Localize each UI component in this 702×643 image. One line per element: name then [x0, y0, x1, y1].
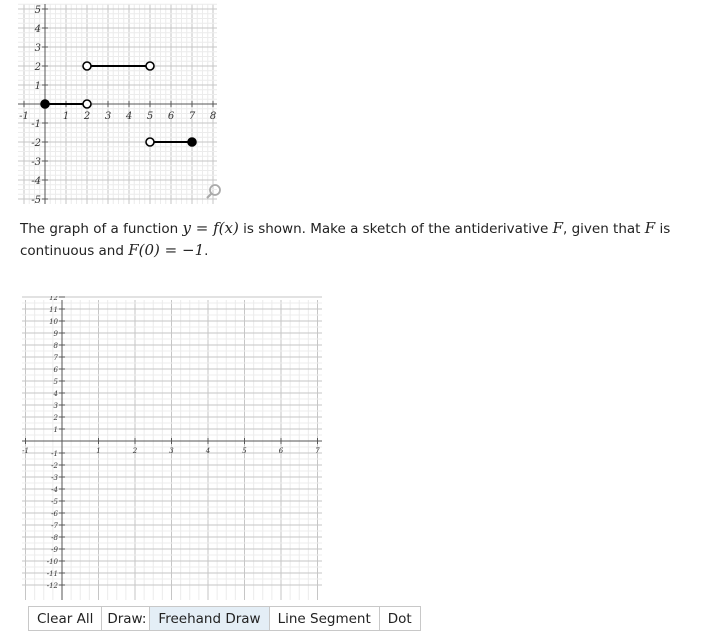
y-tick-label: 9	[54, 330, 59, 338]
prompt-text-2: is shown. Make a sketch of the antideriv…	[243, 221, 549, 237]
y-tick-label: -11	[47, 570, 58, 578]
x-tick-label: 8	[210, 111, 216, 122]
x-tick-label: 1	[96, 447, 100, 455]
problem-statement: The graph of a function y = f(x) is show…	[20, 218, 690, 262]
y-tick-label: -3	[51, 474, 58, 482]
x-tick-label: 5	[147, 111, 153, 122]
x-tick-label: 1	[63, 111, 69, 122]
line-segment-button[interactable]: Line Segment	[268, 606, 380, 631]
y-tick-label: -1	[51, 450, 58, 458]
open-endpoint	[145, 61, 155, 71]
y-tick-label: 1	[54, 426, 58, 434]
y-tick-label: -10	[47, 558, 59, 566]
freehand-draw-button[interactable]: Freehand Draw	[149, 606, 270, 631]
closed-endpoint	[40, 99, 50, 109]
prompt-math-F: F	[552, 219, 564, 237]
closed-endpoint	[187, 137, 197, 147]
y-tick-label: -5	[31, 195, 41, 206]
y-tick-label: -2	[51, 462, 58, 470]
x-tick-label: 7	[315, 447, 320, 455]
y-tick-label: 8	[54, 342, 59, 350]
prompt-math-function: y = f(x)	[182, 219, 239, 237]
open-endpoint	[82, 61, 92, 71]
y-tick-label: 12	[49, 296, 58, 302]
x-tick-label: -1	[22, 447, 29, 455]
y-tick-label: 1	[35, 81, 41, 92]
open-endpoint	[82, 99, 92, 109]
y-tick-label: 2	[34, 62, 41, 73]
y-tick-label: -7	[51, 522, 58, 530]
y-tick-label: 6	[54, 366, 59, 374]
y-tick-label: 10	[49, 318, 58, 326]
x-tick-label: 6	[168, 111, 175, 122]
x-tick-label: 2	[83, 111, 90, 122]
y-tick-label: -4	[31, 176, 41, 187]
y-tick-label: -1	[31, 119, 41, 130]
y-tick-label: 5	[54, 378, 59, 386]
y-tick-label: -3	[31, 157, 41, 168]
x-tick-label: 5	[242, 447, 247, 455]
x-tick-label: 4	[125, 111, 132, 122]
prompt-math-initial-condition: F(0) = −1	[128, 241, 205, 259]
draw-label: Draw:	[101, 606, 151, 631]
y-tick-label: 3	[54, 402, 59, 410]
y-tick-label: 4	[34, 24, 41, 35]
answer-sketch-canvas[interactable]: -1 1 2 3 4 5 6 7121110987654321-1-2-3-4-5-6-7-8…	[0, 296, 330, 604]
x-tick-label: 3	[105, 111, 111, 122]
y-tick-label: -8	[51, 534, 58, 542]
y-tick-label: 2	[53, 414, 59, 422]
y-tick-label: 4	[53, 390, 58, 398]
y-tick-label: 3	[35, 43, 41, 54]
y-tick-label: -12	[47, 582, 59, 590]
y-tick-label: 5	[35, 5, 41, 16]
given-function-graph: -1 1 2 3 4 5 6 7 8 5 4 3 2 1 -1 -2 -3 -4 -5	[18, 3, 221, 206]
prompt-text-3: , given that	[563, 221, 641, 237]
y-tick-label: -2	[31, 138, 41, 149]
y-tick-label: -6	[51, 510, 58, 518]
y-tick-label: -5	[51, 498, 58, 506]
y-tick-label: 11	[49, 306, 58, 314]
y-tick-label: -9	[51, 546, 58, 554]
y-tick-label: 7	[54, 354, 59, 362]
clear-all-button[interactable]: Clear All	[28, 606, 103, 631]
x-tick-label: 2	[132, 447, 138, 455]
prompt-text-1: The graph of a function	[20, 221, 179, 237]
x-tick-label: 7	[189, 111, 196, 122]
dot-button[interactable]: Dot	[378, 606, 421, 631]
prompt-text-5: .	[204, 243, 209, 259]
drawing-toolbar: Clear All Draw: Freehand Draw Line Segme…	[28, 606, 421, 631]
x-tick-label: 3	[169, 447, 174, 455]
x-tick-label: -1	[19, 111, 29, 122]
x-tick-label: 6	[279, 447, 284, 455]
prompt-math-F-2: F	[644, 219, 656, 237]
y-tick-label: -4	[51, 486, 58, 494]
x-tick-label: 4	[205, 447, 210, 455]
open-endpoint	[145, 137, 155, 147]
